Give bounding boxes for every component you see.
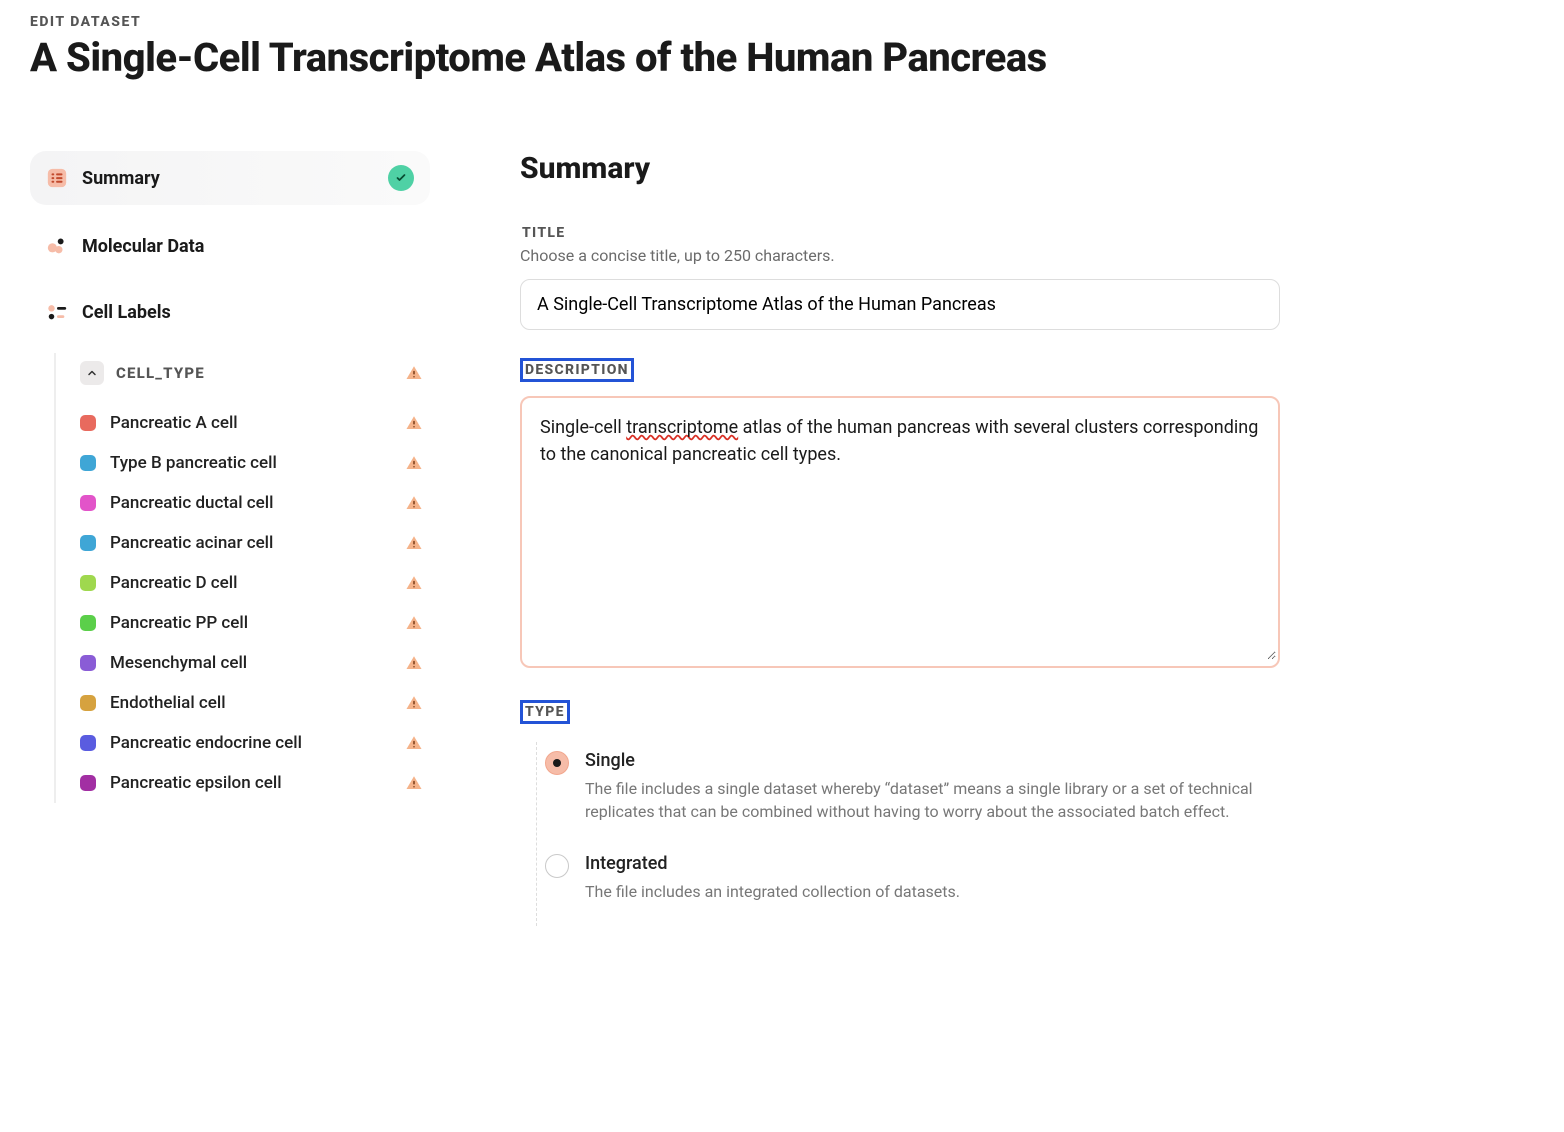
list-icon: [46, 167, 68, 189]
type-label: Type: [520, 700, 570, 724]
radio-button[interactable]: [545, 854, 569, 878]
sidebar-item-label: Molecular Data: [82, 236, 414, 257]
sidebar-item-label: Cell Labels: [82, 302, 414, 323]
description-label: Description: [520, 358, 634, 382]
cell-label-item[interactable]: Type B pancreatic cell: [74, 443, 430, 483]
color-swatch: [80, 615, 96, 631]
color-swatch: [80, 775, 96, 791]
warning-icon: [404, 454, 424, 472]
cell-type-header[interactable]: cell_type: [74, 353, 430, 393]
type-option-integrated[interactable]: Integrated The file includes an integrate…: [537, 845, 1280, 925]
color-swatch: [80, 455, 96, 471]
cell-label-text: Pancreatic ductal cell: [110, 493, 390, 513]
cell-label-text: Pancreatic acinar cell: [110, 533, 390, 553]
chevron-up-icon[interactable]: [80, 361, 104, 385]
warning-icon: [404, 734, 424, 752]
cell-label-text: Pancreatic epsilon cell: [110, 773, 390, 793]
title-label: Title: [520, 224, 567, 242]
warning-icon: [404, 614, 424, 632]
warning-icon: [404, 774, 424, 792]
title-hint: Choose a concise title, up to 250 charac…: [520, 246, 1280, 265]
color-swatch: [80, 655, 96, 671]
check-icon: [388, 165, 414, 191]
cell-label-item[interactable]: Pancreatic D cell: [74, 563, 430, 603]
cell-label-text: Pancreatic PP cell: [110, 613, 390, 633]
cell-label-text: Type B pancreatic cell: [110, 453, 390, 473]
warning-icon: [404, 414, 424, 432]
cell-label-text: Endothelial cell: [110, 693, 390, 713]
cell-type-header-label: cell_type: [116, 364, 205, 382]
main-panel: Summary Title Choose a concise title, up…: [520, 151, 1280, 926]
cell-label-item[interactable]: Pancreatic endocrine cell: [74, 723, 430, 763]
description-textarea[interactable]: [524, 400, 1276, 660]
warning-icon: [404, 364, 424, 382]
type-option-single[interactable]: Single The file includes a single dataset…: [537, 742, 1280, 845]
cell-label-item[interactable]: Pancreatic acinar cell: [74, 523, 430, 563]
page-title: A Single-Cell Transcriptome Atlas of the…: [30, 34, 1534, 81]
warning-icon: [404, 534, 424, 552]
labels-icon: [46, 301, 68, 323]
type-option-desc: The file includes an integrated collecti…: [585, 880, 1280, 903]
color-swatch: [80, 415, 96, 431]
radio-button[interactable]: [545, 751, 569, 775]
warning-icon: [404, 654, 424, 672]
cell-label-item[interactable]: Pancreatic PP cell: [74, 603, 430, 643]
color-swatch: [80, 695, 96, 711]
color-swatch: [80, 535, 96, 551]
edit-dataset-eyebrow: Edit Dataset: [30, 14, 1534, 30]
cell-label-text: Pancreatic A cell: [110, 413, 390, 433]
cell-label-text: Mesenchymal cell: [110, 653, 390, 673]
sidebar-item-cell-labels[interactable]: Cell Labels: [30, 287, 430, 337]
cell-label-item[interactable]: Pancreatic ductal cell: [74, 483, 430, 523]
sidebar-item-summary[interactable]: Summary: [30, 151, 430, 205]
cell-type-group: cell_type Pancreatic A cell Type B pancre…: [54, 353, 430, 803]
sidebar: Summary Molecular Data Cell Labels cell_…: [30, 151, 430, 926]
molecule-icon: [46, 235, 68, 257]
cell-label-item[interactable]: Mesenchymal cell: [74, 643, 430, 683]
type-option-title: Integrated: [585, 853, 1280, 874]
color-swatch: [80, 575, 96, 591]
cell-label-item[interactable]: Pancreatic A cell: [74, 403, 430, 443]
warning-icon: [404, 494, 424, 512]
warning-icon: [404, 694, 424, 712]
sidebar-item-molecular-data[interactable]: Molecular Data: [30, 221, 430, 271]
title-input[interactable]: [520, 279, 1280, 330]
color-swatch: [80, 735, 96, 751]
cell-label-item[interactable]: Endothelial cell: [74, 683, 430, 723]
type-option-desc: The file includes a single dataset where…: [585, 777, 1280, 823]
cell-label-text: Pancreatic endocrine cell: [110, 733, 390, 753]
cell-label-text: Pancreatic D cell: [110, 573, 390, 593]
sidebar-item-label: Summary: [82, 168, 374, 189]
color-swatch: [80, 495, 96, 511]
cell-label-item[interactable]: Pancreatic epsilon cell: [74, 763, 430, 803]
type-option-title: Single: [585, 750, 1280, 771]
warning-icon: [404, 574, 424, 592]
main-heading: Summary: [520, 151, 1280, 186]
description-wrapper: Single-cell transcriptome atlas of the h…: [520, 396, 1280, 668]
